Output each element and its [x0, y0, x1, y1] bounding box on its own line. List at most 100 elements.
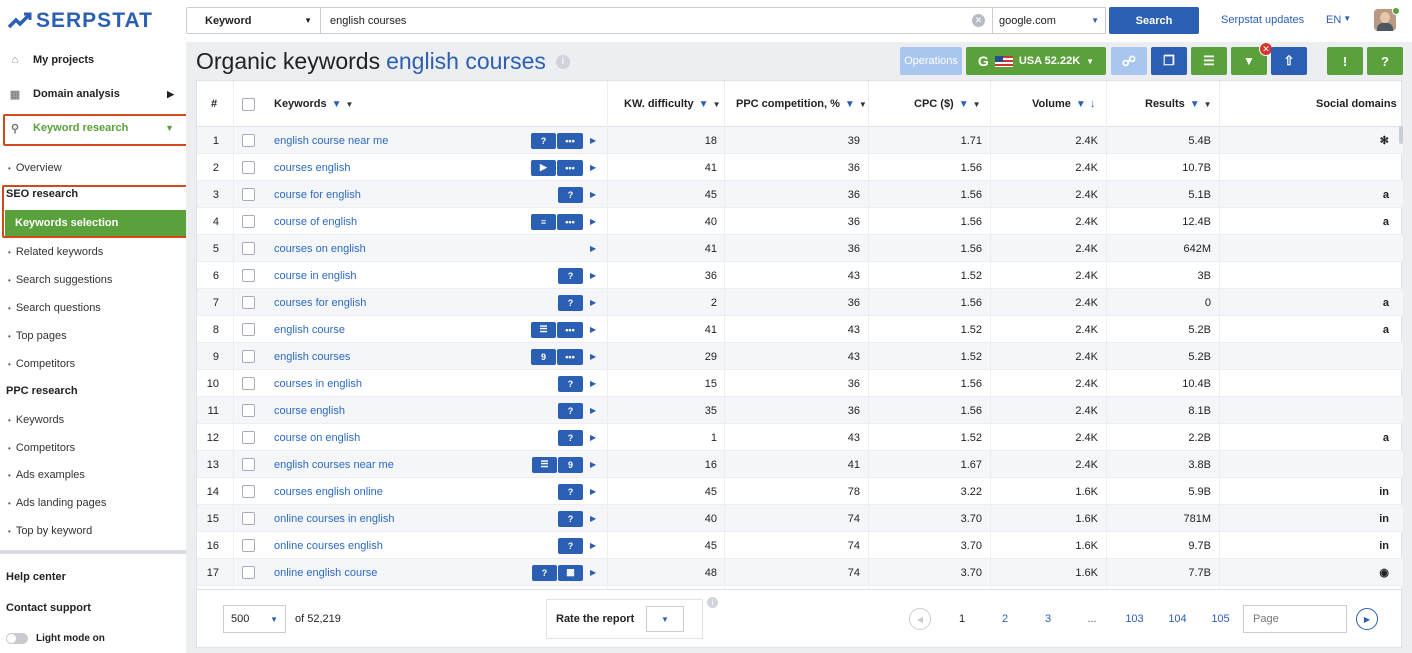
info-icon[interactable]: i [707, 597, 718, 608]
expand-arrow-icon[interactable]: ▶ [590, 559, 596, 586]
question-badge[interactable]: ? [558, 267, 583, 284]
toggle-switch[interactable] [6, 633, 28, 644]
sidebar-item-ads-landing-pages[interactable]: Ads landing pages [8, 495, 107, 511]
question-badge[interactable]: ? [531, 132, 556, 149]
more-badge[interactable]: ••• [557, 321, 583, 338]
keyword-link[interactable]: course in english [274, 262, 357, 289]
keyword-link[interactable]: courses in english [274, 370, 362, 397]
expand-arrow-icon[interactable]: ▶ [590, 370, 596, 397]
page-2[interactable]: 2 [995, 613, 1015, 625]
amazon-icon[interactable]: a [1383, 324, 1389, 336]
light-mode-toggle[interactable]: Light mode on [6, 633, 105, 644]
help-center-link[interactable]: Help center [6, 571, 66, 583]
list-icon[interactable]: ≡ [531, 213, 556, 230]
question-badge[interactable]: ? [558, 375, 583, 392]
sidebar-item-overview[interactable]: Overview [8, 160, 62, 176]
expand-arrow-icon[interactable]: ▶ [590, 208, 596, 235]
serpstat-updates-link[interactable]: Serpstat updates [1221, 14, 1304, 26]
filter-icon[interactable]: ▼ [959, 99, 969, 110]
video-icon[interactable]: ▶ [531, 159, 556, 176]
row-checkbox[interactable] [242, 181, 255, 208]
select-all-checkbox[interactable] [242, 81, 255, 127]
page-3[interactable]: 3 [1038, 613, 1058, 625]
row-checkbox[interactable] [242, 559, 255, 586]
logo[interactable]: SERPSTAT [8, 8, 153, 34]
caret-down-icon[interactable]: ▼ [713, 100, 721, 109]
caret-down-icon[interactable]: ▼ [1204, 100, 1212, 109]
pin-icon[interactable]: 9 [558, 456, 583, 473]
question-badge[interactable]: ? [558, 402, 583, 419]
expand-arrow-icon[interactable]: ▶ [590, 262, 596, 289]
col-kd[interactable]: KW. difficulty ▼ ▼ [624, 81, 721, 127]
col-keywords[interactable]: Keywords ▼ ▼ [274, 81, 353, 127]
sidebar-scrollbar[interactable] [0, 550, 186, 554]
row-checkbox[interactable] [242, 316, 255, 343]
sidebar-item-ads-examples[interactable]: Ads examples [8, 467, 85, 483]
keyword-link[interactable]: online courses english [274, 532, 383, 559]
keyword-link[interactable]: course on english [274, 424, 360, 451]
amazon-icon[interactable]: a [1383, 297, 1389, 309]
row-checkbox[interactable] [242, 424, 255, 451]
row-checkbox[interactable] [242, 154, 255, 181]
linkedin-icon[interactable]: in [1379, 540, 1389, 552]
sidebar-item-top-pages[interactable]: Top pages [8, 328, 67, 344]
sidebar-item-competitors[interactable]: Competitors [8, 356, 75, 372]
expand-arrow-icon[interactable]: ▶ [590, 505, 596, 532]
sort-desc-icon[interactable]: ↓ [1090, 98, 1096, 110]
filter-icon[interactable]: ▼ [1076, 99, 1086, 110]
more-badge[interactable]: ••• [557, 159, 583, 176]
keyword-link[interactable]: online english course [274, 559, 377, 586]
sidebar-item-search-questions[interactable]: Search questions [8, 300, 101, 316]
yelp-icon[interactable]: ✻ [1380, 134, 1389, 147]
expand-arrow-icon[interactable]: ▶ [590, 289, 596, 316]
keyword-link[interactable]: courses on english [274, 235, 366, 262]
more-badge[interactable]: ••• [557, 132, 583, 149]
row-checkbox[interactable] [242, 262, 255, 289]
col-cpc[interactable]: CPC ($) ▼ ▼ [914, 81, 981, 127]
keyword-link[interactable]: english courses near me [274, 451, 394, 478]
filter-icon[interactable]: ▼ [332, 99, 342, 110]
expand-arrow-icon[interactable]: ▶ [590, 424, 596, 451]
shop-icon[interactable]: ▩ [558, 564, 583, 581]
expand-arrow-icon[interactable]: ▶ [590, 154, 596, 181]
columns-button[interactable]: ☰ [1191, 47, 1227, 75]
sidebar-item-top-by-keyword[interactable]: Top by keyword [8, 523, 92, 539]
page-103[interactable]: 103 [1122, 613, 1147, 625]
clear-icon[interactable]: ✕ [972, 14, 985, 27]
rate-select[interactable]: ▼ [646, 606, 684, 632]
page-1[interactable]: 1 [952, 613, 972, 625]
database-select[interactable]: google.com ▼ [992, 7, 1106, 34]
keyword-link[interactable]: course english [274, 397, 345, 424]
expand-arrow-icon[interactable]: ▶ [590, 397, 596, 424]
more-badge[interactable]: ••• [557, 348, 583, 365]
copy-button[interactable]: ❐ [1151, 47, 1187, 75]
question-badge[interactable]: ? [532, 564, 557, 581]
col-ppc[interactable]: PPC competition, % ▼ ▼ [736, 81, 867, 127]
caret-down-icon[interactable]: ▼ [345, 100, 353, 109]
help-button[interactable]: ? [1367, 47, 1403, 75]
row-checkbox[interactable] [242, 208, 255, 235]
expand-arrow-icon[interactable]: ▶ [590, 181, 596, 208]
search-type-select[interactable]: Keyword ▼ [186, 7, 321, 34]
next-page-button[interactable]: ▶ [1356, 608, 1378, 630]
keyword-link[interactable]: online courses in english [274, 505, 394, 532]
expand-arrow-icon[interactable]: ▶ [590, 127, 596, 154]
row-checkbox[interactable] [242, 532, 255, 559]
cluster-button[interactable]: ☍ [1111, 47, 1147, 75]
menu-icon[interactable]: ☰ [531, 321, 556, 338]
language-select[interactable]: EN ▼ [1326, 14, 1351, 26]
export-button[interactable]: ⇧ [1271, 47, 1307, 75]
sidebar-item-related-keywords[interactable]: Related keywords [8, 244, 103, 260]
amazon-icon[interactable]: a [1383, 216, 1389, 228]
question-badge[interactable]: ? [558, 537, 583, 554]
more-badge[interactable]: ••• [557, 213, 583, 230]
sidebar-item-domain-analysis[interactable]: ▦ Domain analysis ▶ [6, 81, 184, 107]
amazon-icon[interactable]: a [1383, 189, 1389, 201]
search-button[interactable]: Search [1109, 7, 1199, 34]
expand-arrow-icon[interactable]: ▶ [590, 451, 596, 478]
sidebar-item-search-suggestions[interactable]: Search suggestions [8, 272, 113, 288]
sidebar-item-my-projects[interactable]: ⌂ My projects [6, 47, 184, 73]
menu-icon[interactable]: ☰ [532, 456, 557, 473]
info-icon[interactable]: i [555, 54, 570, 69]
col-volume[interactable]: Volume ▼ ↓ [1032, 81, 1095, 127]
